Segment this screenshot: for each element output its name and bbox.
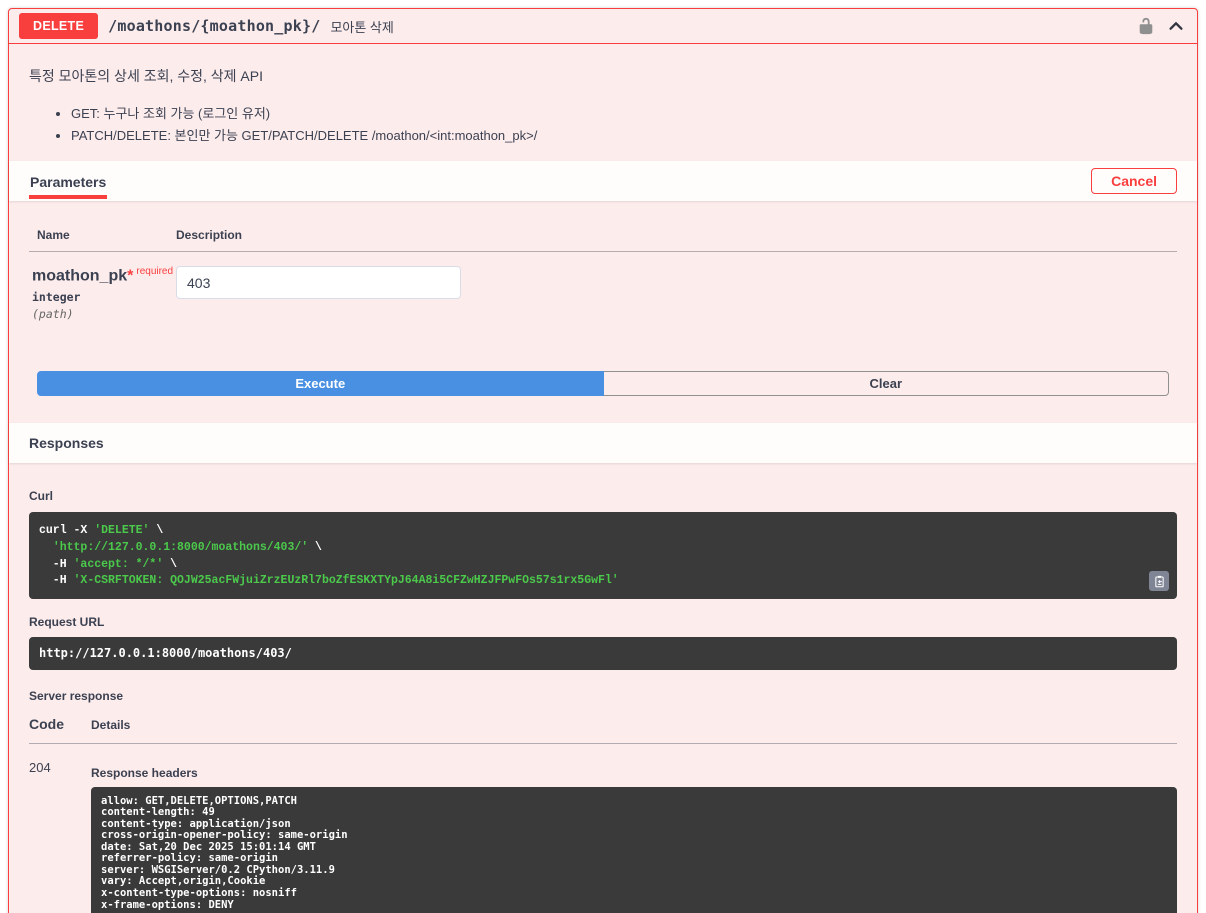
tab-parameters[interactable]: Parameters <box>29 164 108 199</box>
description-bullet-list: GET: 누구나 조회 가능 (로그인 유저) PATCH/DELETE: 본인… <box>29 103 1177 144</box>
method-badge: DELETE <box>19 13 99 39</box>
response-details: Response headers allow: GET,DELETE,OPTIO… <box>91 759 1177 913</box>
unlocked-padlock-icon <box>1139 17 1153 35</box>
collapse-chevron-up-icon[interactable] <box>1167 17 1185 35</box>
server-response-table-head: Code Details <box>29 716 1177 744</box>
operation-summary[interactable]: DELETE /moathons/{moathon_pk}/ 모아톤 삭제 <box>9 9 1197 44</box>
column-header-description: Description <box>176 228 243 242</box>
parameters-table-head: Name Description <box>29 228 1177 242</box>
server-response-row: 204 Response headers allow: GET,DELETE,O… <box>29 759 1177 913</box>
response-status-code: 204 <box>29 759 51 775</box>
parameter-location: (path) <box>32 307 74 322</box>
server-response-label: Server response <box>29 688 124 703</box>
summary-icons <box>1137 17 1185 35</box>
parameters-table: Name Description moathon_pk* required int… <box>9 201 1197 423</box>
operation-path: /moathons/{moathon_pk}/ <box>108 17 321 35</box>
parameter-meta: moathon_pk* required integer (path) <box>32 266 176 321</box>
responses-body: Curl curl -X 'DELETE' \ 'http://127.0.0.… <box>9 463 1197 913</box>
request-url-label: Request URL <box>29 615 105 630</box>
clear-button[interactable]: Clear <box>603 371 1169 397</box>
required-star: * <box>127 267 134 285</box>
clipboard-copy-icon <box>1154 575 1164 588</box>
parameter-value-cell <box>176 266 461 321</box>
operation-summary-text: 모아톤 삭제 <box>330 19 394 35</box>
curl-label: Curl <box>29 489 53 504</box>
responses-title: Responses <box>29 435 104 452</box>
request-url-block: http://127.0.0.1:8000/moathons/403/ <box>29 637 1177 670</box>
responses-section-header: Responses <box>9 423 1197 464</box>
operation-description: 특정 모아톤의 상세 조회, 수정, 삭제 API GET: 누구나 조회 가능… <box>9 44 1197 161</box>
parameter-type: integer <box>32 290 81 305</box>
parameter-row: moathon_pk* required integer (path) <box>29 252 1177 321</box>
required-label: required <box>136 266 174 277</box>
curl-command-block: curl -X 'DELETE' \ 'http://127.0.0.1:800… <box>29 512 1177 600</box>
column-header-details: Details <box>91 717 131 732</box>
description-title: 특정 모아톤의 상세 조회, 수정, 삭제 API <box>29 68 264 84</box>
response-headers-block: allow: GET,DELETE,OPTIONS,PATCH content-… <box>91 786 1177 913</box>
parameter-name: moathon_pk* required <box>32 266 176 285</box>
description-bullet: PATCH/DELETE: 본인만 가능 GET/PATCH/DELETE /m… <box>71 125 1177 144</box>
execute-button[interactable]: Execute <box>37 371 604 397</box>
copy-to-clipboard-button[interactable] <box>1149 571 1169 592</box>
column-header-code: Code <box>29 715 64 732</box>
curl-command-text: curl -X 'DELETE' \ 'http://127.0.0.1:800… <box>39 524 619 588</box>
parameters-section-header: Parameters Cancel <box>9 161 1197 201</box>
auth-unlock-icon[interactable] <box>1137 17 1155 35</box>
description-bullet: GET: 누구나 조회 가능 (로그인 유저) <box>71 103 1177 122</box>
execute-button-group: Execute Clear <box>37 371 1169 397</box>
operation-block-delete: DELETE /moathons/{moathon_pk}/ 모아톤 삭제 특정… <box>8 8 1198 913</box>
parameter-name-text: moathon_pk <box>32 267 128 285</box>
cancel-button[interactable]: Cancel <box>1091 168 1177 194</box>
column-header-name: Name <box>37 228 70 242</box>
response-headers-label: Response headers <box>91 765 198 780</box>
moathon-pk-input[interactable] <box>176 266 461 299</box>
